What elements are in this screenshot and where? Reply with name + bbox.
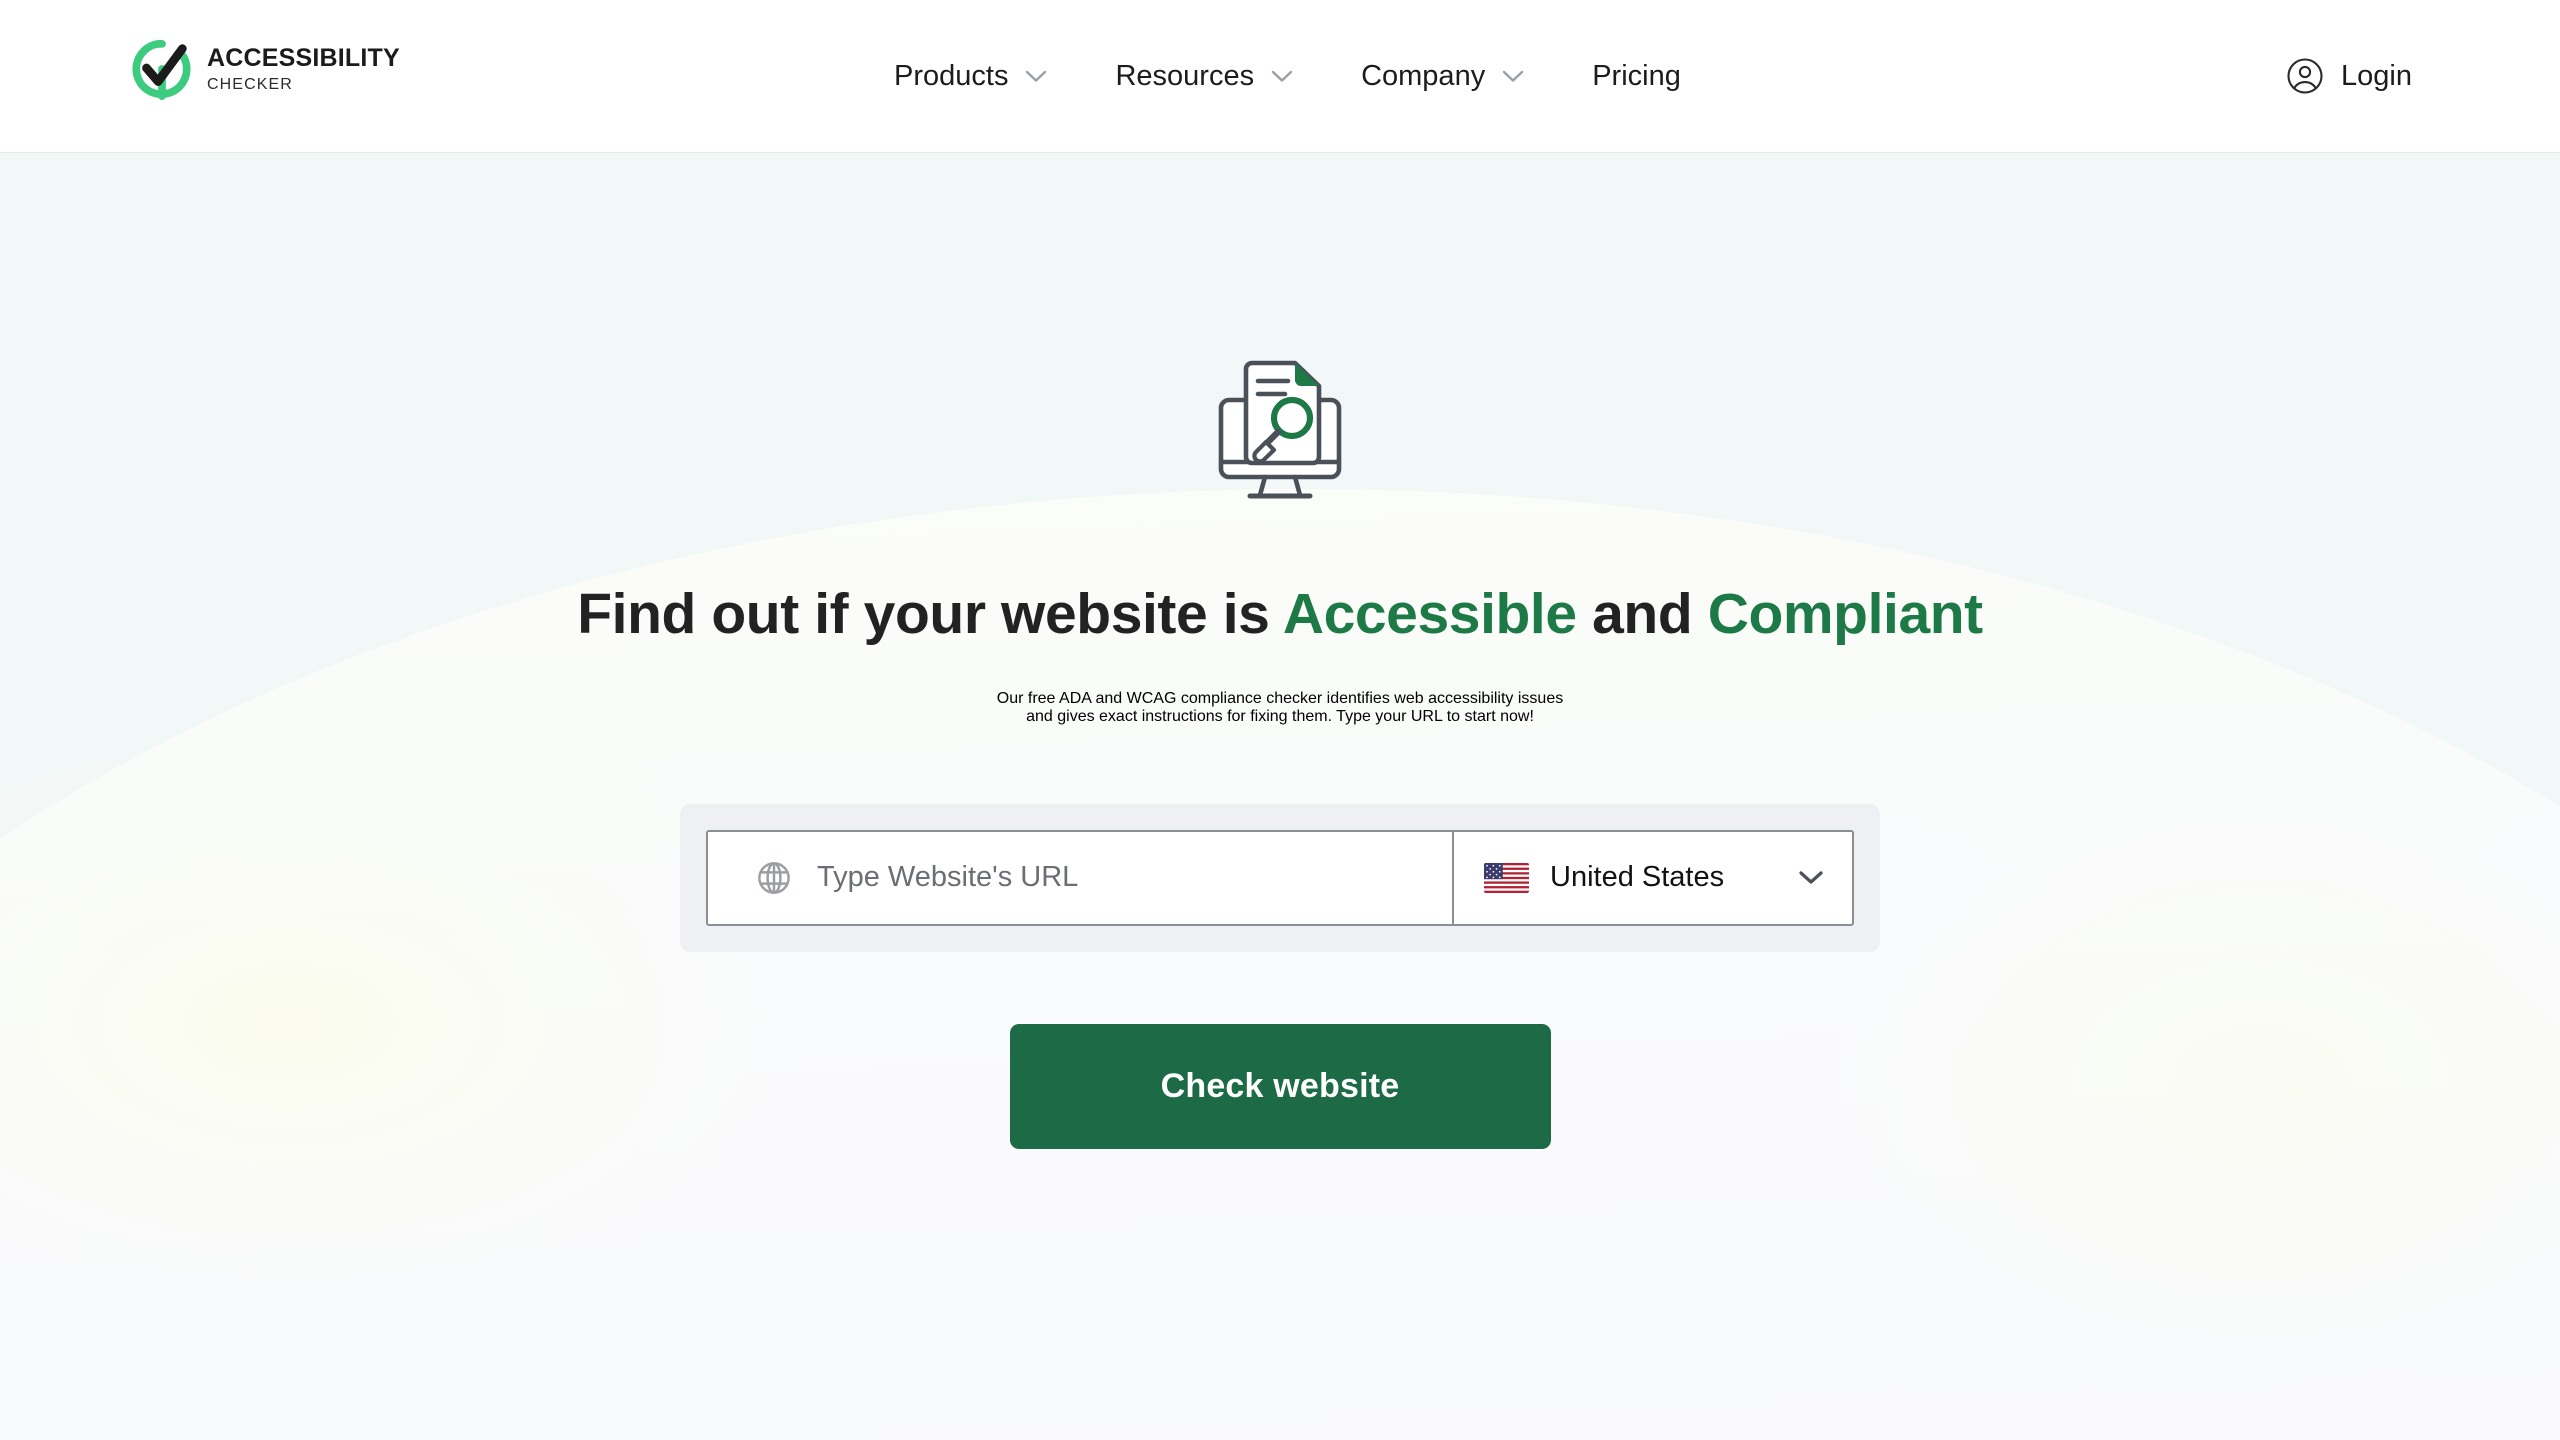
chevron-down-icon: [1799, 871, 1823, 884]
monitor-document-magnifier-icon: [1218, 360, 1342, 499]
globe-icon: [758, 861, 790, 894]
logo-text: ACCESSIBILITY CHECKER: [207, 43, 400, 93]
logo[interactable]: ACCESSIBILITY CHECKER: [131, 38, 400, 100]
hero-section: Find out if your website is Accessible a…: [0, 153, 2560, 1440]
nav-label-pricing: Pricing: [1592, 60, 1681, 92]
chevron-down-icon: [1503, 70, 1524, 82]
check-circle-logo-icon: [132, 39, 191, 100]
url-input-wrapper[interactable]: Type Website's URL: [708, 832, 1452, 924]
hero-subheading-line-2: and gives exact instructions for fixing …: [1026, 707, 1534, 725]
headline-part-2: and: [1576, 582, 1708, 646]
url-search-container: Type Website's URL United States: [680, 803, 1880, 952]
login-button[interactable]: Login: [2286, 57, 2412, 95]
nav-label-resources: Resources: [1115, 60, 1255, 92]
country-selected-label: United States: [1550, 861, 1725, 894]
chevron-down-icon: [1271, 70, 1293, 82]
nav-item-company[interactable]: Company: [1327, 60, 1558, 93]
page-root: ACCESSIBILITY CHECKER Products Resources…: [0, 0, 2560, 1440]
url-search-bar: Type Website's URL United States: [706, 829, 1854, 926]
nav-label-products: Products: [894, 60, 1009, 92]
nav-item-pricing[interactable]: Pricing: [1558, 60, 1715, 93]
us-flag-icon: [1484, 862, 1529, 893]
login-label: Login: [2341, 59, 2412, 92]
user-circle-icon: [2287, 58, 2323, 94]
nav-item-resources[interactable]: Resources: [1081, 60, 1327, 93]
main-navigation: Products Resources Company Pricing: [860, 0, 1715, 153]
headline-part-1: Find out if your website is: [577, 582, 1283, 646]
nav-label-company: Company: [1361, 60, 1486, 92]
country-select[interactable]: United States: [1452, 831, 1852, 924]
url-input[interactable]: Type Website's URL: [817, 861, 1078, 894]
logo-title: ACCESSIBILITY: [207, 43, 400, 72]
hero-content: Find out if your website is Accessible a…: [0, 153, 2560, 1149]
chevron-down-icon: [1026, 70, 1047, 82]
site-header: ACCESSIBILITY CHECKER Products Resources…: [0, 0, 2560, 153]
hero-subheading-line-1: Our free ADA and WCAG compliance checker…: [996, 689, 1564, 707]
logo-subtitle: CHECKER: [207, 75, 293, 93]
check-website-button[interactable]: Check website: [1009, 1023, 1551, 1149]
page-title: Find out if your website is Accessible a…: [577, 583, 1983, 646]
headline-highlight-compliant: Compliant: [1707, 582, 1983, 646]
nav-item-products[interactable]: Products: [860, 60, 1081, 93]
headline-highlight-accessible: Accessible: [1282, 582, 1577, 646]
